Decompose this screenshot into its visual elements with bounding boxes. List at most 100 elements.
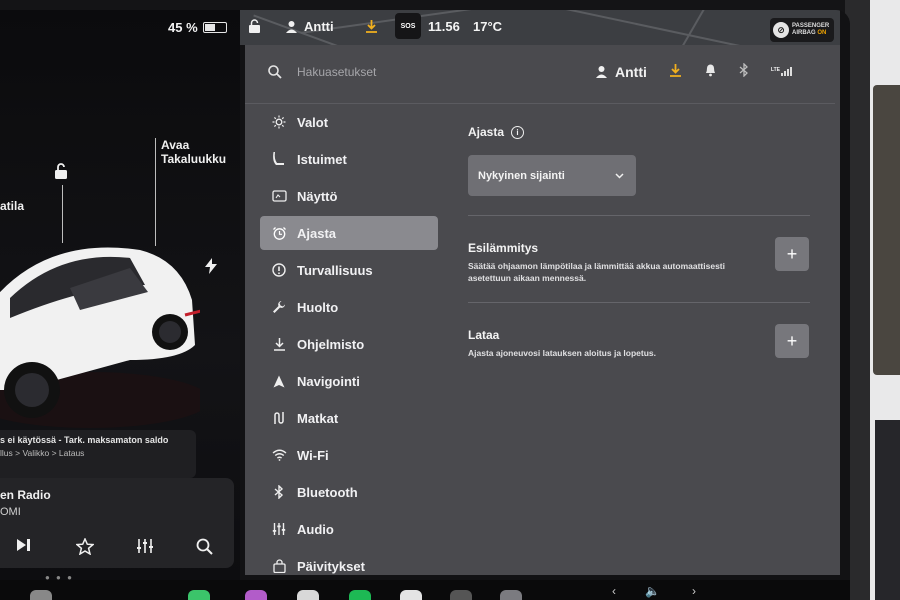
search-input[interactable] [297,65,497,79]
battery-icon [202,22,227,33]
menu-item-huolto[interactable]: Huolto [260,290,438,324]
bottom-dock: ‹ 🔈 › [0,580,850,600]
status-temperature: 17°C [473,19,503,34]
add-preheat-button[interactable]: + [775,237,809,271]
dash-background [875,420,900,600]
alert-circle-icon [270,261,288,279]
menu-item-ajasta[interactable]: Ajasta [260,216,438,250]
photo-frame: 45 % Avaa Takaluukku atila s ei käytössä… [0,0,900,600]
status-user[interactable]: Antti [285,19,334,34]
menu-item-ohjelmisto[interactable]: Ohjelmisto [260,327,438,361]
status-lock-icon[interactable] [248,19,261,33]
charge-description: Ajasta ajoneuvosi latauksen aloitus ja l… [468,348,657,358]
lte-label: LTE [770,67,780,73]
battery-percent: 45 % [168,20,198,35]
airbag-label-2: AIRBAG [792,30,816,36]
dock-car-icon[interactable] [30,590,52,600]
touchscreen: 45 % Avaa Takaluukku atila s ei käytössä… [0,10,850,580]
passenger-airbag-indicator: ⊘ PASSENGER AIRBAG ON [770,18,834,42]
dock-calendar-icon[interactable] [400,590,422,600]
dock-phone-icon[interactable] [188,590,210,600]
status-download-icon[interactable] [365,19,378,33]
unlock-icon[interactable] [52,162,70,185]
airbag-label-1: PASSENGER [792,23,830,29]
header-user-icon [596,66,607,78]
menu-item-matkat[interactable]: Matkat [260,401,438,435]
trunk-pointer-line [155,138,156,246]
chevron-down-icon [615,172,624,179]
notice-line-2: llus > Valikko > Lataus [0,448,85,458]
volume-up-chevron-icon[interactable]: › [692,584,696,598]
menu-label: Audio [297,521,334,537]
menu-label: Wi-Fi [297,447,329,463]
volume-down-chevron-icon[interactable]: ‹ [612,584,616,598]
location-dropdown[interactable]: Nykyinen sijainti [468,155,636,196]
dock-camera-icon[interactable] [500,590,522,600]
sun-icon [270,113,288,131]
volume-icon[interactable]: 🔈 [645,584,660,598]
menu-item-naytto[interactable]: Näyttö [260,179,438,213]
section-title: Ajasta i [468,125,813,139]
preheat-title: Esilämmitys [468,241,539,255]
menu-item-turvallisuus[interactable]: Turvallisuus [260,253,438,287]
dropdown-value: Nykyinen sijainti [478,169,565,182]
dock-app-icon[interactable] [297,590,319,600]
sos-button[interactable]: SOS [395,13,421,39]
dock-apps-icon[interactable] [450,590,472,600]
header-user[interactable]: Antti [595,64,647,80]
header-download-icon[interactable] [669,63,682,80]
settings-search[interactable] [268,65,497,79]
charge-row: Lataa Ajasta ajoneuvosi latauksen aloitu… [468,303,813,389]
sliders-icon [270,520,288,538]
status-time: 11.56 [428,19,460,34]
menu-label: Turvallisuus [297,262,373,278]
add-charge-button[interactable]: + [775,324,809,358]
header-divider [245,103,835,104]
notification-bell-icon[interactable] [704,63,717,80]
section-title-text: Ajasta [468,125,505,139]
media-search-icon[interactable] [196,538,213,560]
menu-label: Ohjelmisto [297,336,365,352]
lte-signal-icon: LTE [771,67,792,76]
menu-item-bluetooth[interactable]: Bluetooth [260,475,438,509]
settings-menu: Valot Istuimet Näyttö Ajasta Turvallisuu… [260,105,438,580]
search-icon [268,65,282,79]
menu-item-wifi[interactable]: Wi-Fi [260,438,438,472]
menu-item-istuimet[interactable]: Istuimet [260,142,438,176]
car-visualization-panel: 45 % Avaa Takaluukku atila s ei käytössä… [0,10,240,580]
menu-item-navigointi[interactable]: Navigointi [260,364,438,398]
page-dots: ● ● ● [45,573,74,580]
menu-item-valot[interactable]: Valot [260,105,438,139]
menu-label: Päivitykset [297,558,365,574]
menu-item-paivitykset[interactable]: Päivitykset [260,549,438,580]
dock-spotify-icon[interactable] [349,590,371,600]
favorite-star-icon[interactable] [75,537,95,560]
lock-pointer-line [62,185,63,243]
menu-label: Näyttö [297,188,338,204]
wrench-icon [270,298,288,316]
car-interior-background [845,0,900,600]
next-track-icon[interactable] [16,538,32,557]
user-icon [286,21,297,33]
info-icon[interactable]: i [511,125,525,139]
battery-indicator: 45 % [168,20,227,35]
media-subtitle: OMI [0,506,21,518]
dock-media-icon[interactable] [245,590,267,600]
equalizer-icon[interactable] [136,538,154,559]
menu-item-audio[interactable]: Audio [260,512,438,546]
preheat-row: Esilämmitys Säätää ohjaamon lämpötilaa j… [468,216,813,302]
header-status: Antti LTE [595,62,814,80]
charge-port-icon[interactable] [204,258,218,279]
download-icon [270,335,288,353]
lock-bag-icon [270,557,288,575]
charging-notice[interactable]: s ei käytössä - Tark. maksamaton saldo l… [0,430,196,478]
header-user-name: Antti [615,63,647,80]
display-icon [270,187,288,205]
media-title: en Radio [0,488,51,502]
preheat-description: Säätää ohjaamon lämpötilaa ja lämmittää … [468,261,725,283]
menu-label: Ajasta [297,225,337,241]
navigation-arrow-icon [270,372,288,390]
open-trunk-label[interactable]: Avaa Takaluukku [161,138,226,166]
header-bluetooth-icon[interactable] [739,62,749,80]
left-label-partial[interactable]: atila [0,199,24,213]
